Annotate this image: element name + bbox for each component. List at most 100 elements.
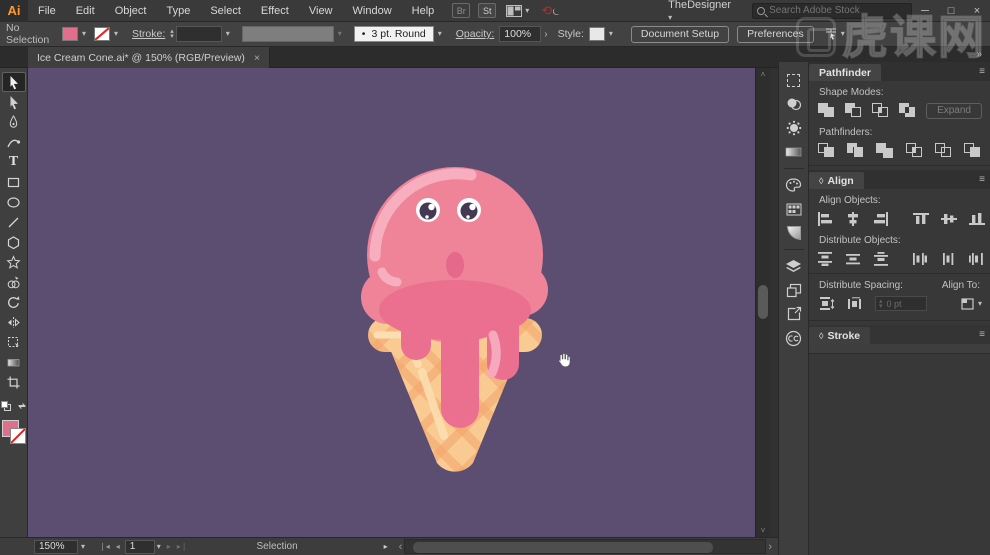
width-profile-dropdown[interactable] <box>242 26 334 42</box>
align-menu-icon[interactable]: ≡ <box>979 174 984 185</box>
stroke-weight-field[interactable] <box>176 26 222 42</box>
outline-button[interactable] <box>934 142 953 159</box>
stroke-color-swatch[interactable] <box>94 27 110 41</box>
unite-button[interactable] <box>817 102 835 119</box>
merge-button[interactable] <box>875 142 894 159</box>
free-transform-tool[interactable] <box>2 332 26 352</box>
align-to-dropdown[interactable]: ▾ <box>960 297 982 311</box>
stroke-panel-icon[interactable] <box>782 221 806 245</box>
stroke-menu-icon[interactable]: ≡ <box>979 329 984 340</box>
stroke-weight-label[interactable]: Stroke: <box>132 28 165 40</box>
color-panel-icon[interactable] <box>782 173 806 197</box>
fill-stroke-indicator[interactable] <box>1 419 27 447</box>
artboard-number-field[interactable]: 1 <box>125 540 155 554</box>
curvature-tool[interactable] <box>2 132 26 152</box>
opacity-field[interactable]: 100% <box>499 26 541 42</box>
type-tool[interactable]: T <box>2 152 26 172</box>
last-artboard-icon[interactable]: ▸❘ <box>177 542 188 551</box>
pen-tool[interactable] <box>2 112 26 132</box>
minus-back-button[interactable] <box>963 142 982 159</box>
artboard-canvas[interactable] <box>28 68 755 537</box>
hscroll-right-icon[interactable]: › <box>768 541 772 553</box>
gradient-panel-icon[interactable] <box>782 140 806 164</box>
artboard-tool[interactable] <box>2 372 26 392</box>
tab-align[interactable]: ◊Align <box>809 172 864 189</box>
tab-stroke[interactable]: ◊Stroke <box>809 327 870 344</box>
next-artboard-icon[interactable]: ▸ <box>167 542 171 551</box>
minus-front-button[interactable] <box>844 102 862 119</box>
vertical-scrollbar[interactable]: ˄ ˅ <box>755 68 770 537</box>
swap-fill-stroke-icon[interactable] <box>17 398 27 416</box>
scroll-up-icon[interactable]: ˄ <box>761 68 766 79</box>
ellipse-tool[interactable] <box>2 192 26 212</box>
menu-type[interactable]: Type <box>156 0 200 22</box>
distribute-left-button[interactable] <box>913 250 929 267</box>
fill-chevron-icon[interactable]: ▾ <box>78 26 90 42</box>
sync-status-icon[interactable]: ⟲⏾ <box>541 3 560 19</box>
adobe-stock-search[interactable] <box>752 3 912 19</box>
tab-pathfinder[interactable]: Pathfinder <box>809 64 881 81</box>
divide-button[interactable] <box>817 142 836 159</box>
distribute-top-button[interactable] <box>817 250 833 267</box>
fill-color-swatch[interactable] <box>62 27 78 41</box>
align-hcenter-button[interactable] <box>845 210 861 227</box>
selection-tool[interactable] <box>2 72 26 92</box>
app-logo[interactable]: Ai <box>0 0 28 22</box>
tab-close-icon[interactable]: × <box>254 52 260 64</box>
scroll-down-icon[interactable]: ˅ <box>761 526 766 537</box>
style-chevron-icon[interactable]: ▾ <box>605 26 617 42</box>
stroke-none-indicator[interactable] <box>10 428 26 444</box>
menu-select[interactable]: Select <box>200 0 251 22</box>
workspace-switcher-icon[interactable]: ▾ <box>506 5 529 17</box>
menu-window[interactable]: Window <box>343 0 402 22</box>
direct-selection-tool[interactable] <box>2 92 26 112</box>
horizontal-scrollbar[interactable] <box>404 539 766 554</box>
distribute-vcenter-button[interactable] <box>845 250 861 267</box>
document-tab[interactable]: Ice Cream Cone.ai* @ 150% (RGB/Preview) … <box>28 47 270 68</box>
distribute-hcenter-button[interactable] <box>941 250 957 267</box>
hscroll-left-icon[interactable]: ‹ <box>399 541 403 553</box>
opacity-arrow-icon[interactable]: › <box>544 29 547 40</box>
swatches-panel-icon[interactable] <box>782 197 806 221</box>
status-indicator[interactable]: Selection <box>257 541 298 552</box>
star-tool[interactable] <box>2 252 26 272</box>
brush-definition-dropdown[interactable]: • 3 pt. Round <box>354 26 434 42</box>
align-left-button[interactable] <box>817 210 833 227</box>
collapse-icon[interactable]: ◊ <box>819 331 823 341</box>
brushes-panel-icon[interactable] <box>782 116 806 140</box>
align-vmiddle-button[interactable] <box>941 210 957 227</box>
status-menu-icon[interactable]: ▸ <box>384 542 388 551</box>
vertical-scroll-thumb[interactable] <box>758 285 768 319</box>
first-artboard-icon[interactable]: ❘◂ <box>99 542 110 551</box>
preferences-button[interactable]: Preferences <box>737 26 814 43</box>
rectangle-tool[interactable] <box>2 172 26 192</box>
layers-panel-icon[interactable] <box>782 254 806 278</box>
stroke-weight-chevron-icon[interactable]: ▾ <box>222 26 234 42</box>
style-swatch[interactable] <box>589 27 605 41</box>
workspace-name[interactable]: TheDesigner ▾ <box>668 0 738 23</box>
maximize-button[interactable]: □ <box>938 5 964 17</box>
crop-button[interactable] <box>905 142 924 159</box>
transform-panel-icon[interactable] <box>782 68 806 92</box>
menu-effect[interactable]: Effect <box>251 0 299 22</box>
rotate-tool[interactable] <box>2 292 26 312</box>
horizontal-distribute-space-button[interactable] <box>846 295 866 312</box>
distribute-bottom-button[interactable] <box>873 250 889 267</box>
minimize-button[interactable]: ─ <box>912 5 938 17</box>
stroke-chevron-icon[interactable]: ▾ <box>110 26 122 42</box>
menu-help[interactable]: Help <box>402 0 445 22</box>
menu-object[interactable]: Object <box>105 0 157 22</box>
zoom-chevron-icon[interactable]: ▾ <box>81 543 85 551</box>
bridge-icon[interactable]: Br <box>452 3 470 18</box>
previous-artboard-icon[interactable]: ◂ <box>116 542 120 551</box>
collapse-panels-icon[interactable]: » <box>976 49 982 60</box>
menu-edit[interactable]: Edit <box>66 0 105 22</box>
menu-file[interactable]: File <box>28 0 66 22</box>
zoom-level-field[interactable]: 150% <box>34 540 78 554</box>
brush-chevron-icon[interactable]: ▾ <box>434 26 446 42</box>
vertical-distribute-space-button[interactable] <box>817 295 837 312</box>
stock-icon[interactable]: St <box>478 3 496 18</box>
opacity-label[interactable]: Opacity: <box>456 28 495 40</box>
artboard-chevron-icon[interactable]: ▾ <box>157 543 161 551</box>
search-input[interactable] <box>769 5 907 16</box>
